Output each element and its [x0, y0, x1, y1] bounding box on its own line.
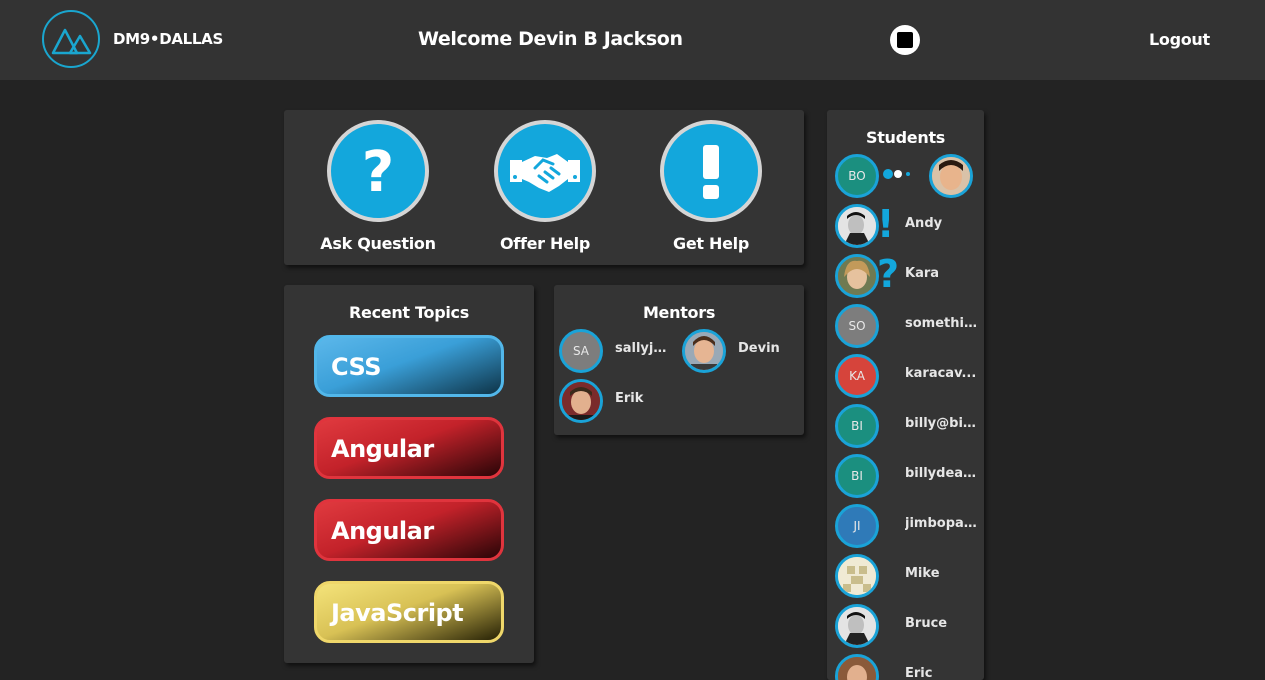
mentors-title: Mentors — [642, 303, 716, 322]
student-avatar[interactable] — [835, 204, 879, 248]
student-avatar[interactable] — [929, 154, 973, 198]
student-avatar[interactable]: KA — [835, 354, 879, 398]
actions-panel: ? Ask Question Offer Help Get Help — [284, 110, 804, 265]
student-avatar[interactable] — [835, 554, 879, 598]
mentor-avatar[interactable] — [682, 329, 726, 373]
student-avatar[interactable] — [835, 604, 879, 648]
student-name: Mike — [905, 566, 940, 581]
mountain-icon — [51, 28, 92, 55]
svg-text:?: ? — [362, 141, 394, 201]
logo[interactable] — [42, 10, 100, 68]
student-avatar[interactable]: JI — [835, 504, 879, 548]
mentor-photo — [562, 382, 600, 420]
student-name: Andy — [905, 216, 943, 231]
ask-question-label: Ask Question — [320, 234, 436, 253]
student-avatar[interactable]: BO — [835, 154, 879, 198]
student-name: Eric — [905, 666, 933, 680]
mentor-avatar[interactable] — [559, 379, 603, 423]
mentor-name: sallyjp... — [615, 341, 671, 356]
mentors-panel: Mentors SA sallyjp... Devin Erik — [554, 285, 804, 435]
topic-angular[interactable]: Angular — [314, 417, 504, 479]
student-photo — [838, 607, 876, 645]
student-avatar[interactable]: SO — [835, 304, 879, 348]
question-icon: ? — [327, 120, 429, 222]
identicon — [838, 557, 876, 595]
offer-help-label: Offer Help — [499, 234, 591, 253]
student-avatar[interactable]: BI — [835, 454, 879, 498]
stop-button[interactable] — [890, 25, 920, 55]
mentor-name: Devin — [738, 341, 780, 356]
student-avatar[interactable] — [835, 654, 879, 680]
student-name: billydean... — [905, 466, 977, 481]
topic-css[interactable]: CSS — [314, 335, 504, 397]
student-avatar[interactable]: BI — [835, 404, 879, 448]
handshake-icon — [494, 120, 596, 222]
mentor-photo — [685, 332, 723, 370]
student-avatar[interactable] — [835, 254, 879, 298]
offer-help-button[interactable]: Offer Help — [475, 120, 615, 253]
pairing-dots-icon — [883, 169, 910, 179]
top-bar: DM9•DALLAS Welcome Devin B Jackson Logou… — [0, 0, 1265, 80]
status-exclamation-icon: ! — [877, 202, 895, 246]
status-question-icon: ? — [877, 252, 900, 296]
topic-javascript[interactable]: JavaScript — [314, 581, 504, 643]
students-title: Students — [865, 128, 946, 147]
logout-button[interactable]: Logout — [1149, 30, 1210, 49]
ask-question-button[interactable]: ? Ask Question — [308, 120, 448, 253]
logo-text: DM9•DALLAS — [113, 30, 223, 48]
exclamation-icon — [660, 120, 762, 222]
topic-angular[interactable]: Angular — [314, 499, 504, 561]
welcome-message: Welcome Devin B Jackson — [418, 28, 683, 50]
students-panel: Students BO ! Andy ? Kara SO somethin KA… — [827, 110, 984, 680]
student-photo — [838, 257, 876, 295]
student-name: Bruce — [905, 616, 948, 631]
student-name: billy@bill... — [905, 416, 977, 431]
student-photo — [932, 157, 970, 195]
recent-topics-panel: Recent Topics CSS Angular Angular JavaSc… — [284, 285, 534, 663]
student-name: karacav... — [905, 366, 977, 381]
get-help-button[interactable]: Get Help — [641, 120, 781, 253]
mentor-avatar[interactable]: SA — [559, 329, 603, 373]
student-name: Kara — [905, 266, 940, 281]
student-photo — [838, 657, 876, 680]
student-name: somethin... — [905, 316, 977, 331]
recent-topics-title: Recent Topics — [349, 303, 469, 322]
mentor-name: Erik — [615, 391, 644, 406]
student-photo — [838, 207, 876, 245]
student-name: jimbopa... — [905, 516, 977, 531]
get-help-label: Get Help — [673, 234, 749, 253]
